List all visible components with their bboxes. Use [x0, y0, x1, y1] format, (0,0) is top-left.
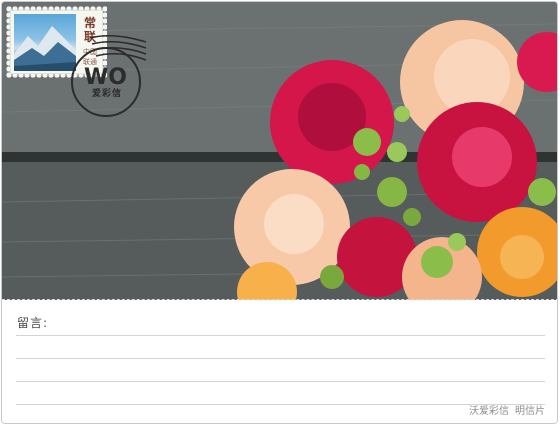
brand-name: 沃爱彩信: [469, 406, 509, 417]
stamp-char: 常: [83, 16, 96, 30]
postcard-photo: 常 联 中国联通 WO 爱彩信: [2, 2, 557, 300]
stamp-mountain-image: [14, 14, 76, 71]
message-label: 留言:: [17, 316, 49, 330]
message-line: [16, 358, 545, 359]
postmark-icon: WO: [71, 34, 147, 117]
card-kind: 明信片: [515, 406, 545, 417]
postcard: 常 联 中国联通 WO 爱彩信 留言: 沃爱彩信 明信片: [1, 1, 558, 424]
message-line: [16, 335, 545, 336]
message-line: [16, 381, 545, 382]
postmark: WO 爱彩信: [68, 32, 148, 120]
message-area[interactable]: 留言: 沃爱彩信 明信片: [2, 300, 557, 423]
postmark-text: 爱彩信: [92, 89, 123, 99]
footer-brand: 沃爱彩信 明信片: [463, 402, 545, 417]
